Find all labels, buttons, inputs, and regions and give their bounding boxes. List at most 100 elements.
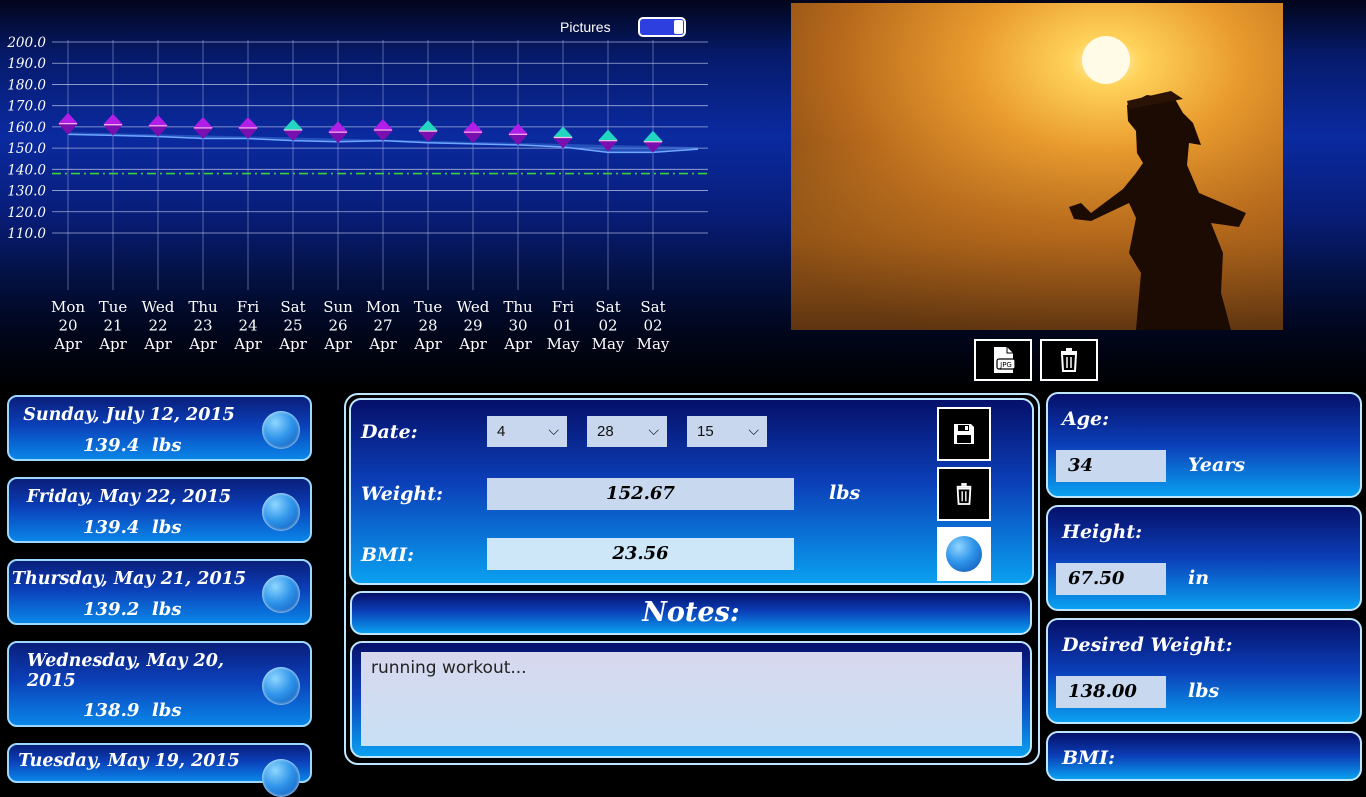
notes-textarea[interactable]: running workout... — [361, 652, 1022, 746]
x-tick-label: 29 — [463, 317, 482, 335]
x-tick-label: Thu — [503, 298, 533, 316]
x-tick-label: 23 — [193, 317, 212, 335]
x-tick-label: Apr — [143, 335, 172, 353]
entry-date: Wednesday, May 20, 2015 — [27, 651, 224, 691]
chevron-down-icon: ⌵ — [748, 422, 759, 438]
load-jpg-button[interactable]: JPG — [974, 339, 1032, 381]
x-tick-label: Tue — [99, 298, 128, 316]
x-tick-label: May — [592, 335, 625, 353]
list-item[interactable]: Wednesday, May 20, 2015 138.9 lbs — [7, 641, 312, 727]
age-panel: Age: 34 Years — [1046, 392, 1362, 498]
pictures-toggle[interactable] — [638, 17, 686, 37]
data-point-marker[interactable] — [58, 112, 78, 135]
chevron-down-icon: ⌵ — [648, 422, 659, 438]
sad-face-icon — [262, 575, 300, 613]
bmi-label: BMI: — [361, 544, 414, 566]
save-icon — [954, 424, 974, 444]
entry-weight: 139.4 lbs — [83, 517, 182, 538]
mood-button[interactable] — [937, 527, 991, 581]
smiley-face-icon — [262, 667, 300, 705]
toggle-knob — [674, 20, 683, 34]
x-tick-label: Sat — [640, 298, 665, 316]
x-tick-label: May — [547, 335, 580, 353]
x-tick-label: Sat — [280, 298, 305, 316]
trash-icon — [956, 483, 972, 505]
weight-input[interactable]: 152.67 — [487, 478, 794, 510]
year-select[interactable]: 15 ⌵ — [687, 416, 767, 447]
x-tick-label: 02 — [643, 317, 662, 335]
height-label: Height: — [1062, 521, 1143, 543]
x-tick-label: Sun — [323, 298, 353, 316]
y-tick-label: 180.0 — [7, 77, 46, 93]
x-tick-label: Fri — [237, 298, 260, 316]
y-tick-label: 140.0 — [7, 162, 46, 178]
y-tick-label: 200.0 — [6, 35, 46, 51]
save-button[interactable] — [937, 407, 991, 461]
desired-weight-panel: Desired Weight: 138.00 lbs — [1046, 618, 1362, 724]
height-panel: Height: 67.50 in — [1046, 505, 1362, 611]
x-tick-label: 27 — [373, 317, 392, 335]
data-point-marker[interactable] — [373, 119, 393, 142]
delete-entry-button[interactable] — [937, 467, 991, 521]
trash-icon — [1060, 348, 1078, 372]
entry-weight: 139.4 lbs — [83, 435, 182, 456]
x-tick-label: 22 — [148, 317, 167, 335]
bmi-value: 23.56 — [487, 538, 794, 570]
desired-weight-input[interactable]: 138.00 — [1056, 676, 1166, 708]
y-tick-label: 160.0 — [7, 120, 46, 136]
x-tick-label: Fri — [552, 298, 575, 316]
x-tick-label: Apr — [233, 335, 262, 353]
day-select[interactable]: 28 ⌵ — [587, 416, 667, 447]
x-tick-label: Mon — [51, 298, 85, 316]
x-tick-label: 21 — [103, 317, 122, 335]
bmi-panel: BMI: — [1046, 731, 1362, 781]
list-item[interactable]: Friday, May 22, 2015 139.4 lbs — [7, 477, 312, 543]
y-tick-label: 110.0 — [7, 226, 46, 242]
x-tick-label: Tue — [414, 298, 443, 316]
y-tick-label: 150.0 — [7, 141, 46, 157]
x-tick-label: Apr — [368, 335, 397, 353]
entry-weight: 138.9 lbs — [83, 700, 182, 721]
height-unit: in — [1188, 567, 1210, 589]
x-tick-label: Apr — [503, 335, 532, 353]
data-point-marker[interactable] — [418, 120, 438, 143]
data-point-marker[interactable] — [148, 114, 168, 137]
list-item[interactable]: Tuesday, May 19, 2015 — [7, 743, 312, 797]
x-tick-label: Apr — [98, 335, 127, 353]
chevron-down-icon: ⌵ — [548, 422, 559, 438]
x-tick-label: Apr — [53, 335, 82, 353]
entry-date: Sunday, July 12, 2015 — [23, 405, 235, 425]
x-tick-label: 01 — [553, 317, 572, 335]
sad-face-icon — [262, 493, 300, 531]
x-tick-label: May — [637, 335, 670, 353]
x-tick-label: 24 — [238, 317, 257, 335]
data-point-marker[interactable] — [103, 113, 123, 136]
smiley-face-icon — [946, 536, 982, 572]
x-tick-label: 20 — [58, 317, 77, 335]
height-input[interactable]: 67.50 — [1056, 563, 1166, 595]
entry-date: Friday, May 22, 2015 — [26, 487, 232, 507]
data-point-marker[interactable] — [463, 121, 483, 144]
entry-date: Tuesday, May 19, 2015 — [18, 751, 240, 771]
x-tick-label: 02 — [598, 317, 617, 335]
x-tick-label: 26 — [328, 317, 347, 335]
x-tick-label: Sat — [595, 298, 620, 316]
pictures-toggle-label: Pictures — [560, 19, 611, 35]
weight-label: Weight: — [361, 483, 443, 505]
jpg-file-icon: JPG — [994, 347, 1016, 373]
x-tick-label: Mon — [366, 298, 400, 316]
workout-photo — [791, 3, 1283, 330]
x-tick-label: 30 — [508, 317, 527, 335]
list-item[interactable]: Sunday, July 12, 2015 139.4 lbs — [7, 395, 312, 461]
weight-unit: lbs — [829, 482, 861, 504]
data-point-marker[interactable] — [238, 116, 258, 139]
delete-photo-button[interactable] — [1040, 339, 1098, 381]
y-tick-label: 130.0 — [7, 184, 46, 200]
list-item[interactable]: Thursday, May 21, 2015 139.2 lbs — [7, 559, 312, 625]
x-tick-label: Wed — [142, 298, 175, 316]
x-tick-label: Wed — [457, 298, 490, 316]
x-tick-label: Apr — [188, 335, 217, 353]
desired-weight-label: Desired Weight: — [1062, 634, 1233, 656]
age-input[interactable]: 34 — [1056, 450, 1166, 482]
month-select[interactable]: 4 ⌵ — [487, 416, 567, 447]
